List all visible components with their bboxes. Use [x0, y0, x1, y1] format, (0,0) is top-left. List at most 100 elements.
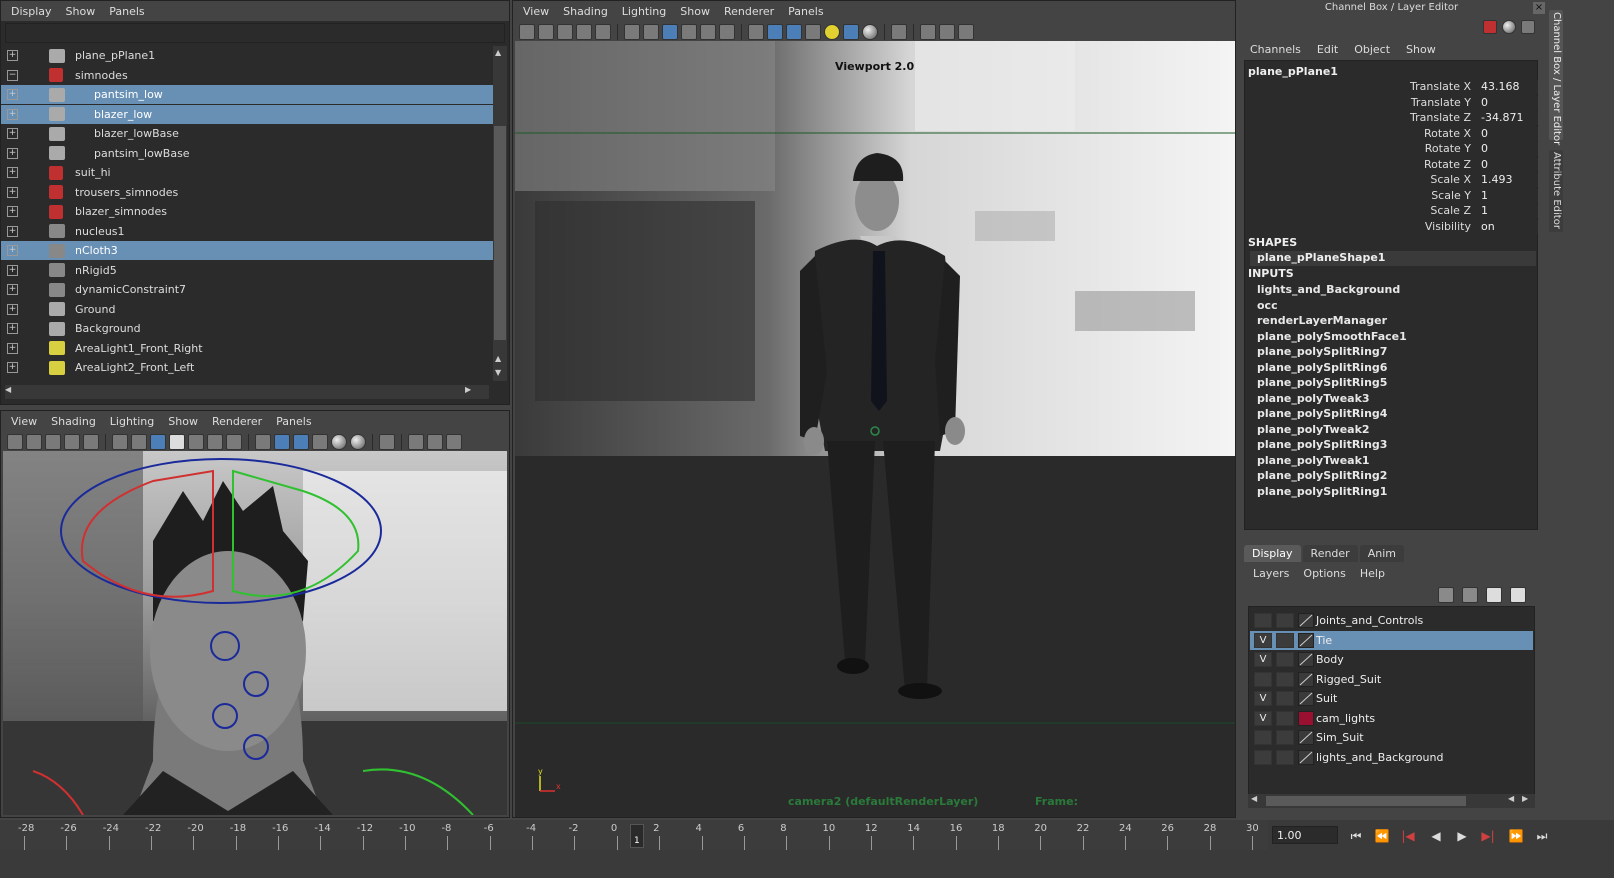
channel-attribute-label[interactable]: Scale Z	[1430, 204, 1471, 217]
manipulator-icon[interactable]	[1483, 20, 1497, 34]
xray-icon[interactable]	[920, 24, 936, 40]
shape-row[interactable]: plane_pPlaneShape1	[1250, 251, 1536, 266]
channel-attribute-value[interactable]: 0	[1478, 157, 1538, 172]
channel-attribute-row[interactable]: Translate Z -34.871	[1250, 111, 1538, 126]
scroll-right-icon[interactable]: ▶	[465, 385, 475, 394]
wireframe-on-shaded-icon[interactable]	[293, 434, 309, 450]
tab-display[interactable]: Display	[1244, 545, 1301, 562]
grid-toggle-icon[interactable]	[595, 24, 611, 40]
play-forward-icon[interactable]: ▶	[1452, 829, 1472, 845]
vpl-menu-lighting[interactable]: Lighting	[110, 415, 154, 428]
scroll-left-icon[interactable]: ◀	[5, 385, 15, 394]
outliner-item[interactable]: + AreaLight2_Front_Left	[1, 358, 493, 377]
channel-attribute-value[interactable]: 1	[1478, 204, 1538, 218]
bookmark-icon[interactable]	[45, 434, 61, 450]
outliner-menu-panels[interactable]: Panels	[109, 5, 144, 18]
wireframe-on-shaded-icon[interactable]	[786, 24, 802, 40]
vpm-menu-view[interactable]: View	[523, 5, 549, 18]
channel-attribute-label[interactable]: Rotate Y	[1425, 142, 1471, 155]
vpm-menu-shading[interactable]: Shading	[563, 5, 608, 18]
layer-row[interactable]: Vcam_lights	[1250, 709, 1533, 728]
vpl-menu-panels[interactable]: Panels	[276, 415, 311, 428]
channel-attribute-row[interactable]: Visibility on	[1250, 219, 1538, 235]
layers-menu[interactable]: Layers	[1253, 567, 1289, 580]
expand-icon[interactable]: +	[7, 108, 18, 120]
vpl-menu-renderer[interactable]: Renderer	[212, 415, 262, 428]
grid-toggle-icon[interactable]	[83, 434, 99, 450]
outliner-hscrollbar[interactable]: ◀ ▶	[5, 385, 489, 399]
layer-row[interactable]: Rigged_Suit	[1250, 670, 1533, 689]
layer-visibility-toggle[interactable]: V	[1254, 632, 1272, 648]
tab-attribute-editor[interactable]: Attribute Editor	[1549, 150, 1563, 232]
expand-icon[interactable]: +	[7, 225, 18, 237]
current-time-marker[interactable]: 1	[630, 824, 644, 848]
smooth-shade-icon[interactable]	[274, 434, 290, 450]
outliner-item[interactable]: + pantsim_lowBase	[1, 144, 493, 163]
lighting-icon[interactable]	[331, 434, 347, 450]
text-icon[interactable]	[719, 24, 735, 40]
expand-icon[interactable]: +	[7, 128, 18, 139]
vpl-menu-show[interactable]: Show	[168, 415, 198, 428]
outliner-item[interactable]: + plane_pPlane1	[1, 46, 493, 65]
channels-menu[interactable]: Channels	[1250, 43, 1301, 56]
film-gate-icon[interactable]	[643, 24, 659, 40]
go-to-end-icon[interactable]: ⏭	[1532, 829, 1552, 845]
vpl-menu-view[interactable]: View	[11, 415, 37, 428]
layer-row[interactable]: V Body	[1250, 650, 1533, 669]
layer-color-swatch[interactable]	[1298, 632, 1314, 648]
channel-attribute-label[interactable]: Visibility	[1425, 220, 1471, 233]
layer-visibility-toggle[interactable]	[1254, 671, 1272, 687]
channel-attribute-label[interactable]: Translate Y	[1411, 96, 1471, 109]
expand-icon[interactable]: +	[7, 362, 18, 373]
share-icon[interactable]	[446, 434, 462, 450]
channel-attribute-row[interactable]: Scale Z 1	[1250, 204, 1538, 219]
channel-attribute-value[interactable]: -34.871	[1478, 111, 1538, 125]
expand-icon[interactable]: +	[7, 89, 18, 100]
camera-attributes-icon[interactable]	[26, 434, 42, 450]
step-back-frame-icon[interactable]: |◀	[1398, 829, 1418, 845]
scroll-left-icon[interactable]: ◀	[1508, 794, 1514, 803]
expand-icon[interactable]: +	[7, 303, 18, 315]
layer-playback-toggle[interactable]	[1276, 671, 1294, 687]
channel-attribute-row[interactable]: Scale X 1.493	[1250, 173, 1538, 188]
collapse-icon[interactable]: −	[7, 69, 18, 81]
outliner-item[interactable]: + blazer_low	[1, 104, 493, 124]
smooth-shade-icon[interactable]	[767, 24, 783, 40]
outliner-scrollbar[interactable]: ▲ ▲ ▼	[493, 46, 507, 381]
layer-visibility-toggle[interactable]	[1254, 730, 1272, 745]
input-node-item[interactable]: plane_polySplitRing1	[1257, 485, 1387, 498]
channel-attribute-value[interactable]: 0	[1478, 142, 1538, 156]
viewport-main-canvas[interactable]: y x Viewport 2.0 camera2 (defaultRenderL…	[515, 41, 1235, 817]
wireframe-shade-icon[interactable]	[255, 434, 271, 450]
go-to-start-icon[interactable]: ⏮	[1346, 829, 1366, 845]
layer-playback-toggle[interactable]	[1276, 691, 1294, 706]
layer-visibility-toggle[interactable]: V	[1254, 691, 1272, 706]
layer-playback-toggle[interactable]	[1276, 749, 1294, 765]
channel-attribute-label[interactable]: Translate Z	[1410, 111, 1471, 124]
channel-attribute-value[interactable]: 1	[1478, 188, 1538, 203]
channel-attribute-row[interactable]: Scale Y 1	[1250, 188, 1538, 204]
xray-joints-icon[interactable]	[939, 24, 955, 40]
layer-playback-toggle[interactable]	[1276, 730, 1294, 745]
layer-visibility-toggle[interactable]: V	[1254, 652, 1272, 667]
current-frame-field[interactable]: 1.00	[1272, 826, 1338, 844]
vpm-menu-renderer[interactable]: Renderer	[724, 5, 774, 18]
outliner-item[interactable]: + Ground	[1, 300, 493, 319]
expand-icon[interactable]: +	[7, 50, 18, 61]
channel-attribute-row[interactable]: Translate Y 0	[1250, 95, 1538, 111]
outliner-menu-display[interactable]: Display	[11, 5, 52, 18]
vpl-menu-shading[interactable]: Shading	[51, 415, 96, 428]
scroll-right-icon[interactable]: ▶	[1522, 794, 1528, 803]
help-menu[interactable]: Help	[1360, 567, 1385, 580]
layer-playback-toggle[interactable]	[1276, 632, 1294, 648]
layer-row[interactable]: V Suit	[1250, 689, 1533, 708]
texture-icon[interactable]	[312, 434, 328, 450]
input-node-item[interactable]: lights_and_Background	[1257, 283, 1400, 296]
xray-icon[interactable]	[408, 434, 424, 450]
share-icon[interactable]	[958, 24, 974, 40]
expand-icon[interactable]: +	[7, 323, 18, 334]
input-node-item[interactable]: plane_polyTweak1	[1257, 454, 1370, 467]
camera-select-icon[interactable]	[7, 434, 23, 450]
scroll-up-icon[interactable]: ▲	[495, 48, 505, 58]
layer-row[interactable]: lights_and_Background	[1250, 748, 1533, 767]
